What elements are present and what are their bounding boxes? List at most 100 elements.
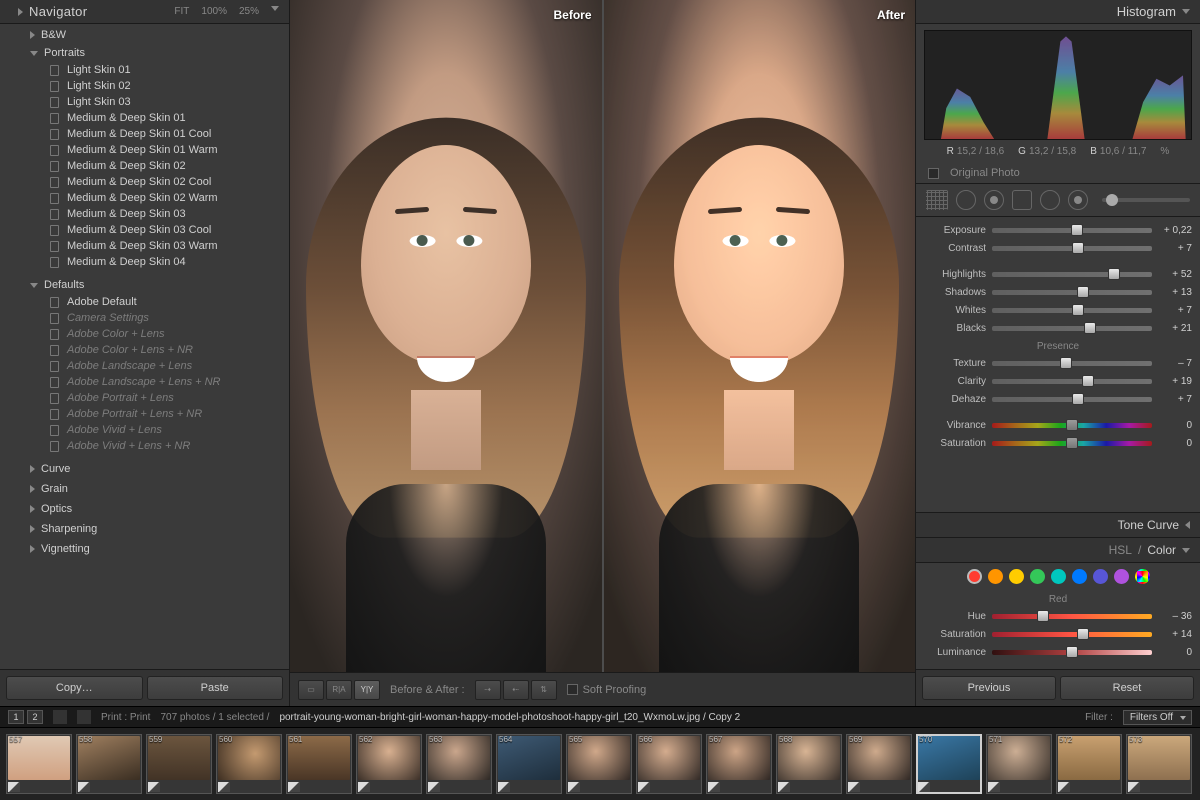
preset-item[interactable]: Medium & Deep Skin 03 (0, 206, 289, 222)
slider-track[interactable] (992, 632, 1152, 637)
copy-button[interactable]: Copy… (6, 676, 143, 700)
preset-item[interactable]: Adobe Landscape + Lens (0, 358, 289, 374)
thumbnail[interactable]: 568 (776, 734, 842, 794)
preset-item[interactable]: Adobe Portrait + Lens + NR (0, 406, 289, 422)
slider-track[interactable] (992, 441, 1152, 446)
reset-button[interactable]: Reset (1060, 676, 1194, 700)
slider-track[interactable] (992, 379, 1152, 384)
thumbnail[interactable]: 564 (496, 734, 562, 794)
grid-view-icon[interactable] (53, 710, 67, 724)
hsl-color-panel-header[interactable]: HSL / Color (916, 537, 1200, 563)
redeye-tool-icon[interactable] (984, 190, 1004, 210)
zoom-dropdown-icon[interactable] (271, 6, 279, 11)
preset-section-optics[interactable]: Optics (0, 500, 289, 518)
previous-button[interactable]: Previous (922, 676, 1056, 700)
filmstrip[interactable]: 5575585595605615625635645655665675685695… (0, 728, 1200, 800)
slider-track[interactable] (992, 272, 1152, 277)
preset-item[interactable]: Medium & Deep Skin 02 Cool (0, 174, 289, 190)
slider-track[interactable] (992, 397, 1152, 402)
color-dot-3[interactable] (1030, 569, 1045, 584)
highlights-slider[interactable]: Highlights + 52 (924, 265, 1192, 283)
thumbnail[interactable]: 565 (566, 734, 632, 794)
compare-view-icon[interactable] (77, 710, 91, 724)
view-ra-button[interactable]: R|A (326, 680, 352, 700)
slider-track[interactable] (992, 228, 1152, 233)
original-photo-checkbox[interactable] (928, 168, 939, 179)
thumbnail[interactable]: 563 (426, 734, 492, 794)
breadcrumb[interactable]: Print : Print (101, 712, 150, 723)
thumbnail[interactable]: 567 (706, 734, 772, 794)
swap-both-button[interactable]: ⇅ (531, 680, 557, 700)
thumbnail[interactable]: 566 (636, 734, 702, 794)
slider-track[interactable] (992, 614, 1152, 619)
preview-area[interactable]: Before After (290, 0, 915, 672)
preset-item[interactable]: Light Skin 03 (0, 94, 289, 110)
preset-item[interactable]: Adobe Vivid + Lens (0, 422, 289, 438)
contrast-slider[interactable]: Contrast + 7 (924, 239, 1192, 257)
saturation-slider[interactable]: Saturation 0 (924, 434, 1192, 452)
preset-group-portraits[interactable]: Portraits (0, 44, 289, 62)
soft-proofing-checkbox[interactable] (567, 684, 578, 695)
view-loupe-button[interactable]: ▭ (298, 680, 324, 700)
hue-slider[interactable]: Hue – 36 (924, 607, 1192, 625)
color-dot-4[interactable] (1051, 569, 1066, 584)
mask-tool-icon[interactable] (1012, 190, 1032, 210)
clarity-slider[interactable]: Clarity + 19 (924, 372, 1192, 390)
swap-right-button[interactable]: ⇢ (475, 680, 501, 700)
preset-item[interactable]: Adobe Default (0, 294, 289, 310)
preset-item[interactable]: Medium & Deep Skin 01 Warm (0, 142, 289, 158)
tone-curve-panel-header[interactable]: Tone Curve (916, 512, 1200, 537)
thumbnail[interactable]: 573 (1126, 734, 1192, 794)
preset-item[interactable]: Medium & Deep Skin 01 (0, 110, 289, 126)
color-dot-0[interactable] (967, 569, 982, 584)
color-dot-1[interactable] (988, 569, 1003, 584)
preset-item[interactable]: Light Skin 01 (0, 62, 289, 78)
preset-item[interactable]: Adobe Landscape + Lens + NR (0, 374, 289, 390)
zoom-current[interactable]: 25% (239, 6, 259, 17)
radial-tool-icon[interactable] (1040, 190, 1060, 210)
page-2-button[interactable]: 2 (27, 710, 43, 724)
color-dot-7[interactable] (1114, 569, 1129, 584)
histogram[interactable] (924, 30, 1192, 140)
zoom-full[interactable]: 100% (201, 6, 227, 17)
slider-track[interactable] (992, 650, 1152, 655)
zoom-fit[interactable]: FIT (174, 6, 189, 17)
swap-left-button[interactable]: ⇠ (503, 680, 529, 700)
preset-item[interactable]: Adobe Vivid + Lens + NR (0, 438, 289, 454)
thumbnail[interactable]: 560 (216, 734, 282, 794)
thumbnail[interactable]: 559 (146, 734, 212, 794)
blacks-slider[interactable]: Blacks + 21 (924, 319, 1192, 337)
page-1-button[interactable]: 1 (8, 710, 24, 724)
slider-track[interactable] (992, 308, 1152, 313)
tool-size-slider[interactable] (1102, 198, 1190, 202)
brush-tool-icon[interactable] (1068, 190, 1088, 210)
navigator-disclose-icon[interactable] (18, 8, 23, 16)
preset-section-vignetting[interactable]: Vignetting (0, 540, 289, 558)
vibrance-slider[interactable]: Vibrance 0 (924, 416, 1192, 434)
preset-item[interactable]: Medium & Deep Skin 04 (0, 254, 289, 270)
thumbnail[interactable]: 558 (76, 734, 142, 794)
color-dot-6[interactable] (1093, 569, 1108, 584)
thumbnail[interactable]: 572 (1056, 734, 1122, 794)
spot-tool-icon[interactable] (956, 190, 976, 210)
texture-slider[interactable]: Texture – 7 (924, 354, 1192, 372)
filter-dropdown[interactable]: Filters Off (1123, 710, 1192, 725)
slider-track[interactable] (992, 361, 1152, 366)
preset-item[interactable]: Adobe Color + Lens (0, 326, 289, 342)
exposure-slider[interactable]: Exposure + 0,22 (924, 221, 1192, 239)
thumbnail[interactable]: 571 (986, 734, 1052, 794)
preset-item[interactable]: Medium & Deep Skin 03 Cool (0, 222, 289, 238)
slider-track[interactable] (992, 290, 1152, 295)
luminance-slider[interactable]: Luminance 0 (924, 643, 1192, 661)
thumbnail[interactable]: 569 (846, 734, 912, 794)
preset-item[interactable]: Light Skin 02 (0, 78, 289, 94)
preset-item[interactable]: Camera Settings (0, 310, 289, 326)
preset-item[interactable]: Medium & Deep Skin 03 Warm (0, 238, 289, 254)
thumbnail[interactable]: 570 (916, 734, 982, 794)
color-dot-5[interactable] (1072, 569, 1087, 584)
slider-track[interactable] (992, 423, 1152, 428)
view-yy-button[interactable]: Y|Y (354, 680, 380, 700)
preset-item[interactable]: Adobe Color + Lens + NR (0, 342, 289, 358)
preset-item[interactable]: Medium & Deep Skin 02 Warm (0, 190, 289, 206)
histogram-disclose-icon[interactable] (1182, 9, 1190, 14)
